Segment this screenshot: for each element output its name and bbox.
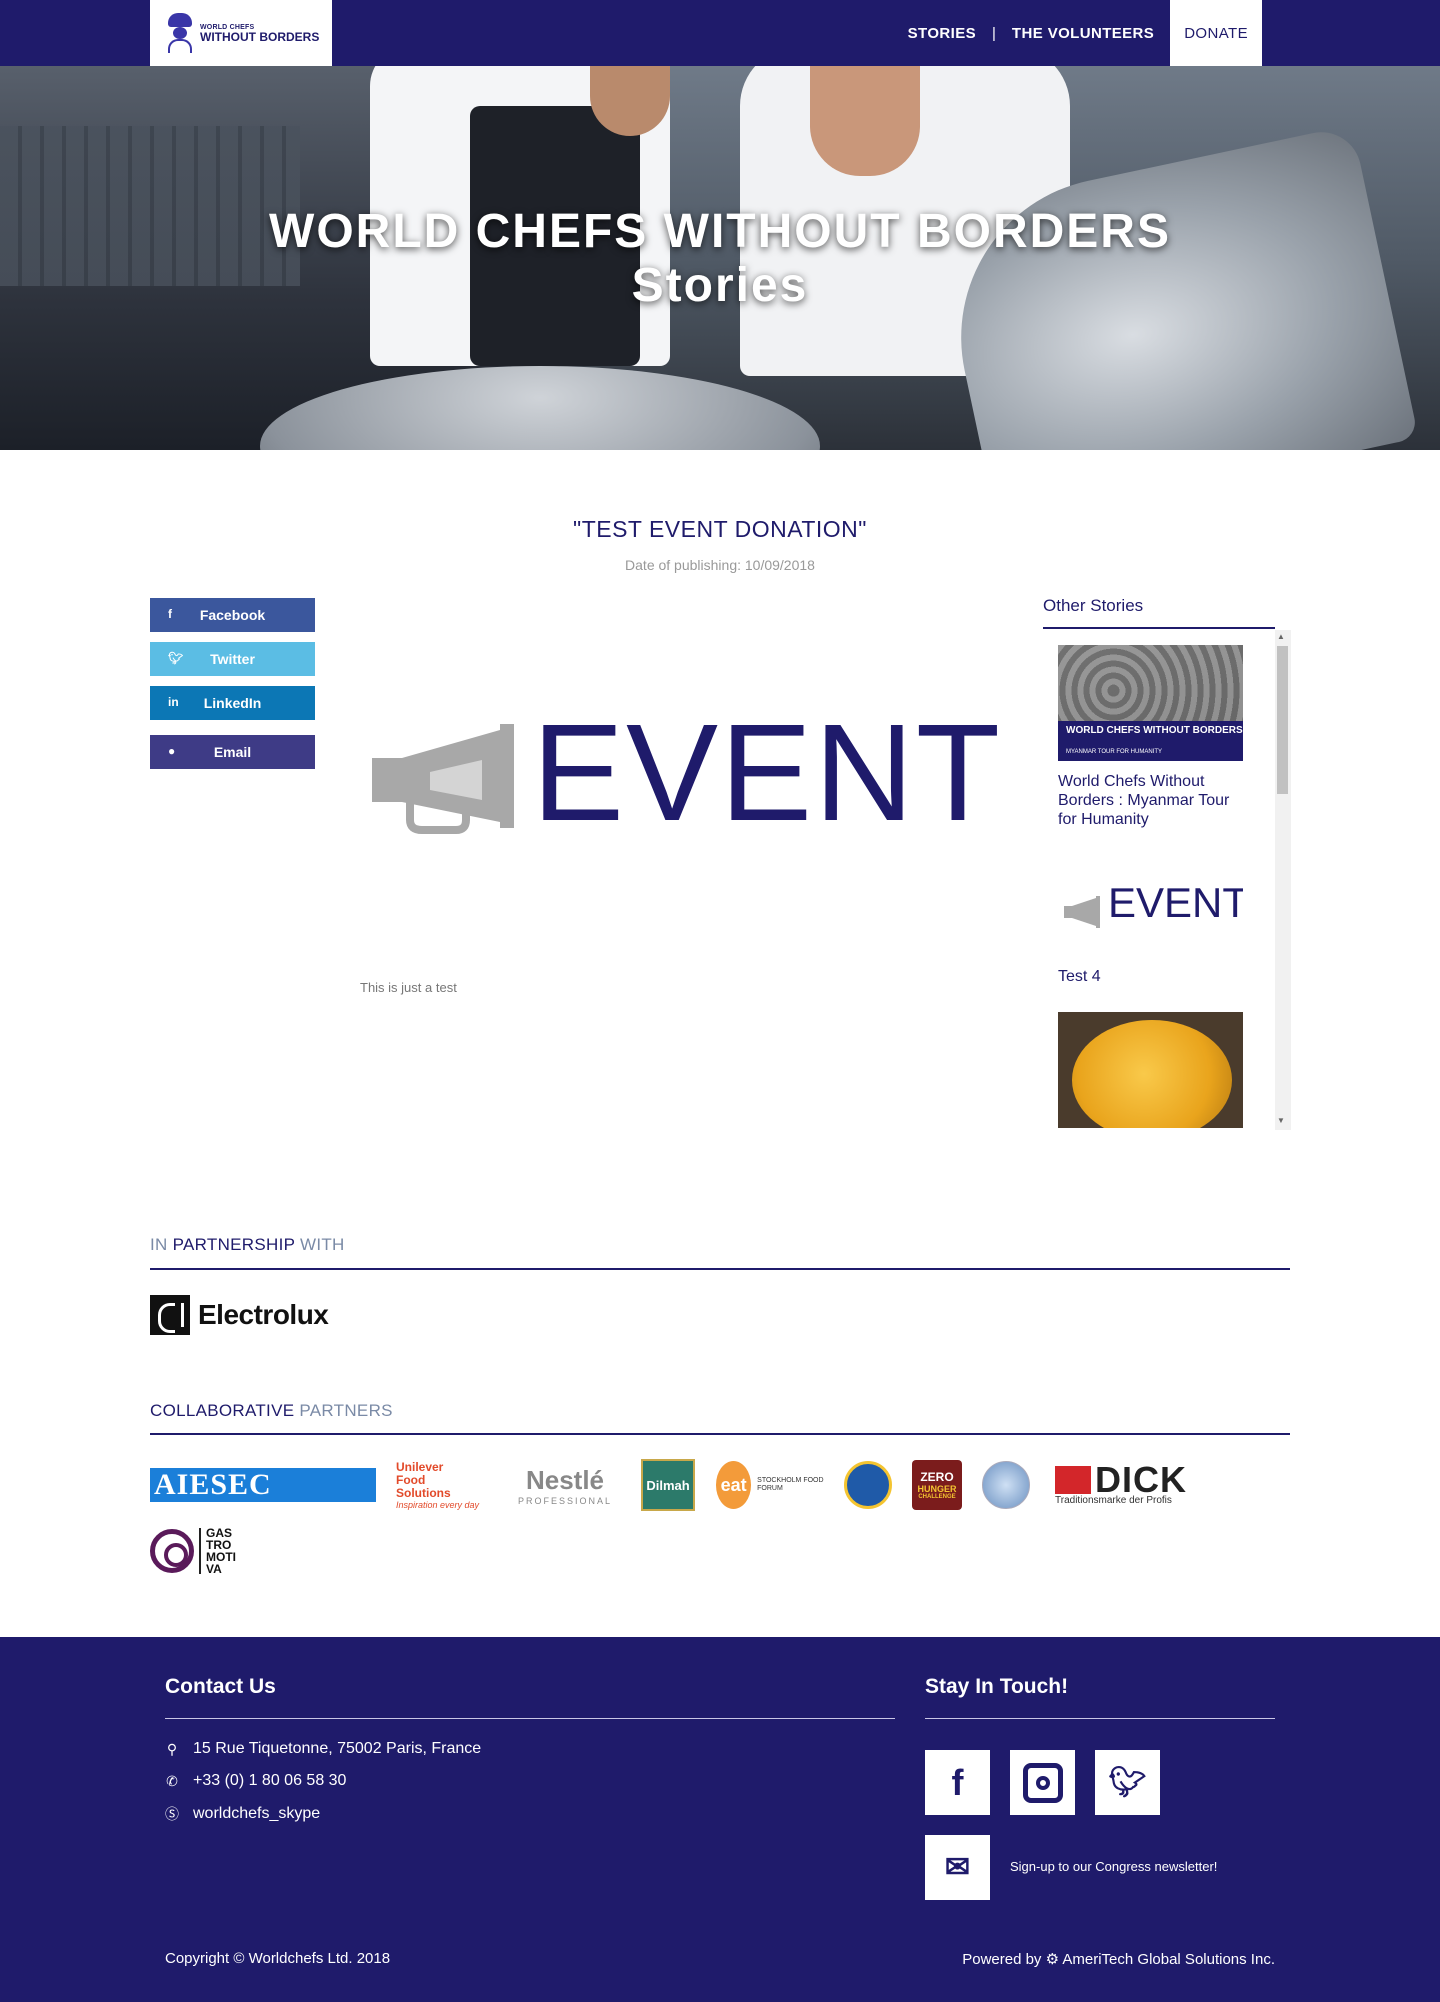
story-link[interactable]: Test 4 [1058,967,1248,986]
chat-bubble-icon: ● [168,744,176,758]
share-linkedin-button[interactable]: in LinkedIn [150,686,315,720]
nav-separator: | [992,24,996,42]
twitter-icon[interactable]: 🐦︎ [1095,1750,1160,1815]
nestle-logo[interactable]: Nestlé PROFESSIONAL [508,1460,622,1510]
partner-badge-logo[interactable] [843,1460,893,1510]
dilmah-logo[interactable]: Dilmah [641,1459,695,1511]
nav-volunteers[interactable]: THE VOLUNTEERS [1002,25,1164,42]
globe-logo[interactable] [980,1460,1032,1510]
main-menu: STORIES | THE VOLUNTEERS DONATE [898,0,1262,66]
divider [165,1718,895,1719]
facebook-icon: f [168,607,172,621]
gastromotiva-logo[interactable]: GAS TRO MOTI VA [150,1526,246,1576]
article-title: "TEST EVENT DONATION" [573,516,867,542]
share-facebook-label: Facebook [199,607,266,623]
share-twitter-label: Twitter [210,651,255,667]
twitter-icon: 🐦︎ [168,651,184,665]
phone[interactable]: +33 (0) 1 80 06 58 30 [193,1772,346,1790]
page: WORLD CHEFS WITHOUT BORDERS STORIES | TH… [0,0,1440,2002]
electrolux-logo[interactable]: Electrolux [150,1295,329,1335]
stay-in-touch-heading: Stay In Touch! [925,1675,1069,1698]
event-word: EVENT [532,696,1003,850]
article-image: EVENT [370,704,1000,842]
phone-row: ✆ +33 (0) 1 80 06 58 30 [165,1772,346,1790]
linkedin-icon: in [168,695,179,709]
story-thumbnail[interactable]: WORLD CHEFS WITHOUT BORDERS MYANMAR TOUR… [1058,645,1243,761]
newsletter-signup-link[interactable]: Sign-up to our Congress newsletter! [1010,1859,1217,1874]
top-nav: WORLD CHEFS WITHOUT BORDERS STORIES | TH… [0,0,1440,66]
footer: Contact Us ⚲ 15 Rue Tiquetonne, 75002 Pa… [0,1637,1440,2002]
phone-icon: ✆ [166,1772,178,1789]
share-twitter-button[interactable]: 🐦︎ Twitter [150,642,315,676]
skype[interactable]: worldchefs_skype [193,1805,320,1823]
share-facebook-button[interactable]: f Facebook [150,598,315,632]
other-stories-heading: Other Stories [1043,596,1144,615]
address: 15 Rue Tiquetonne, 75002 Paris, France [193,1740,482,1757]
powered-by-link[interactable]: Powered by ⚙ AmeriTech Global Solutions … [962,1950,1275,1968]
facebook-icon[interactable]: f [925,1750,990,1815]
nav-stories[interactable]: STORIES [898,25,986,42]
story-thumb-sub: MYANMAR TOUR FOR HUMANITY [1066,749,1163,755]
partnership-heading: IN PARTNERSHIP WITH [150,1235,345,1254]
story-link[interactable]: World Chefs Without Borders : Myanmar To… [1058,772,1248,829]
contact-heading: Contact Us [165,1675,276,1698]
scrollbar-thumb[interactable] [1277,646,1288,794]
share-email-label: Email [213,744,252,760]
hero-banner: WORLD CHEFS WITHOUT BORDERS Stories [0,66,1440,450]
envelope-at-icon[interactable]: ✉ [925,1835,990,1900]
zero-hunger-logo[interactable]: ZERO HUNGER CHALLENGE [912,1460,962,1510]
site-logo[interactable]: WORLD CHEFS WITHOUT BORDERS [150,0,332,66]
event-word: EVENT [1108,879,1243,926]
skype-row: Ⓢ worldchefs_skype [165,1804,320,1824]
skype-icon: Ⓢ [165,1806,179,1822]
hero-title-block: WORLD CHEFS WITHOUT BORDERS Stories [0,204,1440,312]
nav-donate-button[interactable]: DONATE [1170,0,1262,66]
divider [150,1268,1290,1270]
divider [1043,627,1275,629]
aiesec-logo[interactable]: AIESEC [150,1468,376,1502]
instagram-icon[interactable] [1010,1750,1075,1815]
eat-logo[interactable]: eat STOCKHOLM FOOD FORUM [716,1460,826,1510]
hero-title: WORLD CHEFS WITHOUT BORDERS [269,205,1171,258]
divider [150,1433,1290,1435]
story-thumbnail[interactable] [1058,1012,1243,1128]
electrolux-icon [150,1295,190,1335]
divider [925,1718,1275,1719]
share-email-button[interactable]: ● Email [150,735,315,769]
article-body: This is just a test [360,980,457,995]
hero-subtitle: Stories [631,259,809,312]
logo-line2: WITHOUT BORDERS [200,29,320,44]
map-pin-icon: ⚲ [166,1740,178,1757]
scroll-up-icon[interactable]: ▲ [1277,632,1285,641]
unilever-logo[interactable]: Unilever Food Solutions Inspiration ever… [396,1460,488,1510]
story-thumb-caption: WORLD CHEFS WITHOUT BORDERS [1066,725,1243,736]
share-linkedin-label: LinkedIn [203,695,262,711]
chef-logo-icon [164,11,196,55]
scroll-down-icon[interactable]: ▼ [1277,1116,1285,1125]
publish-date: Date of publishing: 10/09/2018 [625,557,815,573]
collaborative-heading: COLLABORATIVE PARTNERS [150,1401,393,1420]
address-row: ⚲ 15 Rue Tiquetonne, 75002 Paris, France [165,1740,481,1758]
copyright: Copyright © Worldchefs Ltd. 2018 [165,1950,391,1967]
dick-logo[interactable]: DICK Traditionsmarke der Profis [1055,1460,1205,1510]
